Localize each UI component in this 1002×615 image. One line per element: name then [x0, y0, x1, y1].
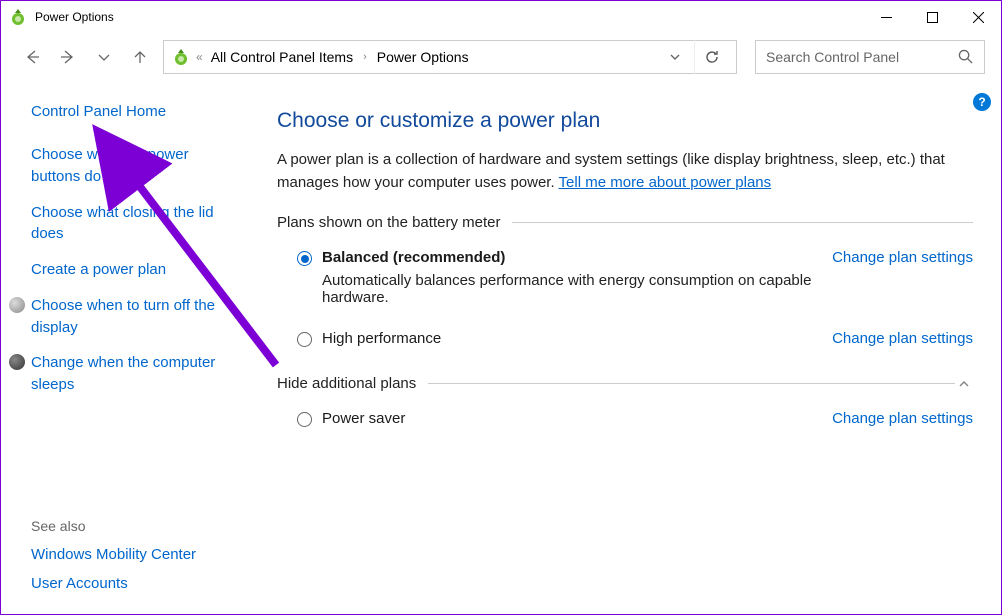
sidebar-item-closing-lid[interactable]: Choose what closing the lid does [31, 202, 235, 246]
seealso-mobility-center[interactable]: Windows Mobility Center [31, 546, 235, 563]
change-settings-power-saver[interactable]: Change plan settings [832, 410, 973, 427]
plan-name[interactable]: Power saver [322, 410, 405, 427]
page-description: A power plan is a collection of hardware… [277, 149, 973, 194]
window-title: Power Options [35, 10, 114, 24]
plan-sub: Automatically balances performance with … [322, 272, 832, 306]
titlebar: Power Options [1, 1, 1001, 33]
sidebar: Control Panel Home Choose what the power… [1, 81, 247, 614]
address-dropdown[interactable] [662, 51, 688, 63]
see-also-header: See also [31, 518, 235, 534]
plans-section-title: Plans shown on the battery meter [277, 214, 500, 231]
content-area: ? Control Panel Home Choose what the pow… [1, 81, 1001, 614]
plan-radio-balanced[interactable] [297, 251, 312, 266]
control-panel-home-link[interactable]: Control Panel Home [31, 103, 235, 120]
sidebar-item-label: Change when the computer sleeps [31, 352, 235, 396]
recent-dropdown[interactable] [91, 44, 117, 70]
plan-name[interactable]: High performance [322, 330, 441, 347]
back-button[interactable] [19, 44, 45, 70]
plan-radio-power-saver[interactable] [297, 412, 312, 427]
plan-row-balanced: Balanced (recommended) Automatically bal… [277, 245, 973, 316]
breadcrumb-prev[interactable]: All Control Panel Items [211, 49, 353, 65]
hide-plans-header[interactable]: Hide additional plans [277, 375, 973, 392]
sidebar-item-label: Choose what closing the lid does [31, 202, 235, 246]
plan-radio-high-performance[interactable] [297, 332, 312, 347]
power-options-icon [9, 8, 27, 26]
navigation-bar: « All Control Panel Items › Power Option… [1, 33, 1001, 81]
search-box[interactable] [755, 40, 985, 74]
close-button[interactable] [955, 1, 1001, 33]
see-also-section: See also Windows Mobility Center User Ac… [31, 478, 235, 604]
help-button[interactable]: ? [973, 93, 991, 111]
main-panel: Choose or customize a power plan A power… [247, 81, 1001, 614]
sidebar-item-sleep[interactable]: Change when the computer sleeps [31, 352, 235, 396]
divider [512, 222, 973, 223]
sidebar-item-create-plan[interactable]: Create a power plan [31, 259, 235, 281]
window: Power Options « All Control Panel Items … [0, 0, 1002, 615]
plan-name[interactable]: Balanced (recommended) [322, 249, 832, 266]
search-input[interactable] [766, 49, 958, 65]
plan-row-power-saver: Power saver Change plan settings [277, 406, 973, 437]
power-options-icon [172, 48, 190, 66]
chevron-right-icon: › [359, 51, 371, 63]
breadcrumb-current[interactable]: Power Options [377, 49, 469, 65]
hide-plans-title: Hide additional plans [277, 375, 416, 392]
refresh-button[interactable] [694, 40, 728, 74]
divider [428, 383, 955, 384]
change-settings-high-performance[interactable]: Change plan settings [832, 330, 973, 347]
plans-section-header: Plans shown on the battery meter [277, 214, 973, 231]
up-button[interactable] [127, 44, 153, 70]
seealso-user-accounts[interactable]: User Accounts [31, 575, 235, 592]
sidebar-item-display-off[interactable]: Choose when to turn off the display [31, 295, 235, 339]
page-heading: Choose or customize a power plan [277, 109, 973, 133]
moon-icon [9, 354, 25, 370]
search-icon[interactable] [958, 49, 974, 65]
sidebar-item-label: Choose what the power buttons do [31, 144, 235, 188]
sidebar-item-label: Choose when to turn off the display [31, 295, 235, 339]
maximize-button[interactable] [909, 1, 955, 33]
plan-row-high-performance: High performance Change plan settings [277, 326, 973, 357]
address-bar[interactable]: « All Control Panel Items › Power Option… [163, 40, 737, 74]
forward-button[interactable] [55, 44, 81, 70]
chevron-up-icon [955, 378, 973, 390]
sidebar-item-label: Create a power plan [31, 259, 166, 281]
sidebar-item-power-buttons[interactable]: Choose what the power buttons do [31, 144, 235, 188]
minimize-button[interactable] [863, 1, 909, 33]
learn-more-link[interactable]: Tell me more about power plans [559, 174, 772, 191]
change-settings-balanced[interactable]: Change plan settings [832, 249, 973, 266]
display-icon [9, 297, 25, 313]
breadcrumb-root-chevron[interactable]: « [196, 50, 203, 64]
